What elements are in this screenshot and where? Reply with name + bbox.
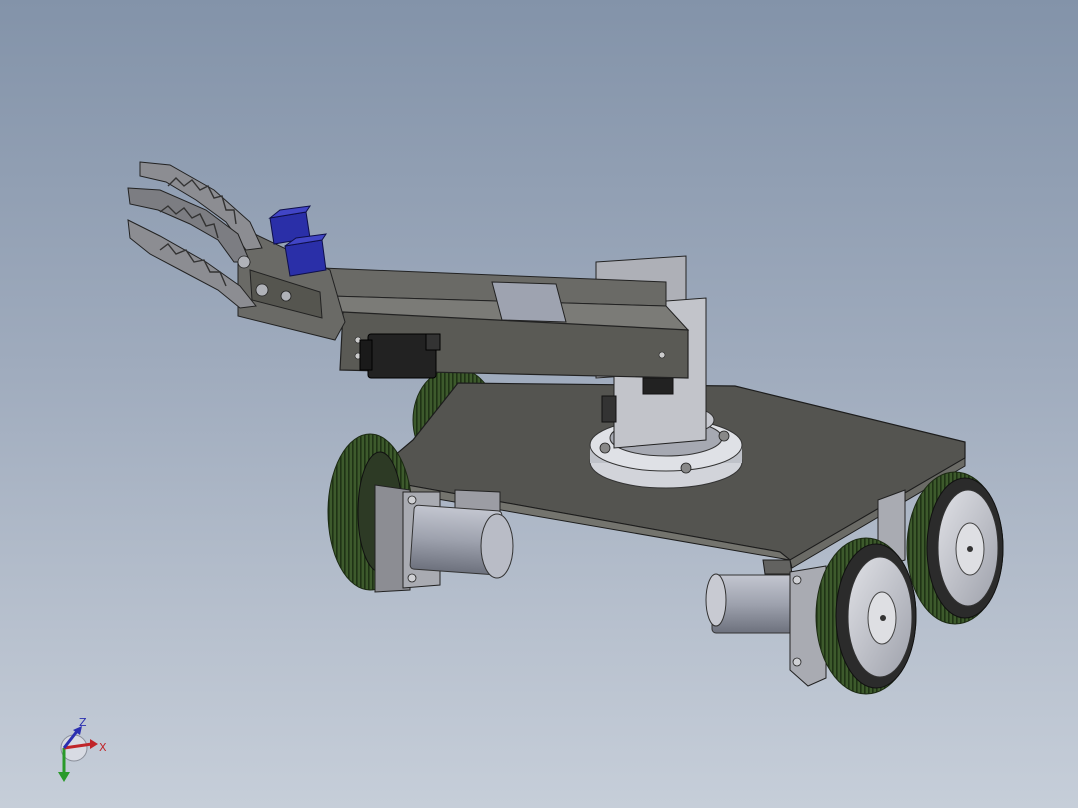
orientation-triad[interactable]: X Z	[58, 716, 107, 782]
motor-left	[409, 504, 514, 579]
x-axis-label: X	[99, 741, 107, 754]
3d-viewport[interactable]: X Z	[0, 0, 1078, 808]
motor-right	[705, 573, 801, 634]
robot-model-view[interactable]: X Z	[0, 0, 1078, 808]
wheel-front-right	[815, 537, 917, 695]
y-axis-arrowhead	[58, 772, 70, 782]
z-axis-label: Z	[79, 716, 87, 729]
wheel-rear-right	[906, 471, 1004, 625]
gripper-claw	[127, 161, 292, 309]
elbow-servo	[359, 333, 441, 379]
x-axis-arrowhead	[90, 739, 98, 749]
